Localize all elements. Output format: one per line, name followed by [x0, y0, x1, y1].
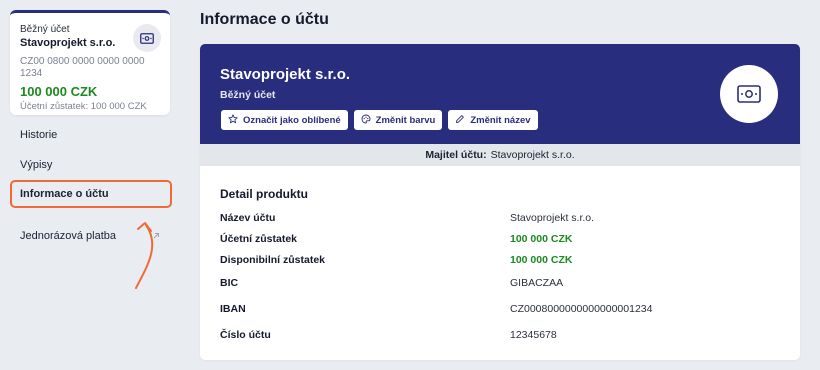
detail-row: Název účtu Stavoprojekt s.r.o. — [200, 212, 800, 228]
detail-value: 100 000 CZK — [510, 254, 573, 266]
detail-row: Číslo účtu 12345678 — [200, 329, 800, 345]
detail-key: BIC — [220, 277, 239, 289]
detail-key: Disponibilní zůstatek — [220, 254, 326, 266]
palette-icon — [361, 114, 371, 127]
change-color-label: Změnit barvu — [375, 114, 436, 126]
sidebar-item-historie[interactable]: Historie — [10, 121, 172, 149]
owner-label: Majitel účtu: — [425, 149, 487, 161]
detail-value: 100 000 CZK — [510, 233, 573, 245]
owner-value: Stavoprojekt s.r.o. — [490, 149, 575, 161]
mark-favorite-label: Označit jako oblíbené — [243, 114, 341, 126]
mark-favorite-button[interactable]: Označit jako oblíbené — [221, 110, 348, 130]
detail-row: IBAN CZ0008000000000000001234 — [200, 303, 800, 319]
callout-arrow — [135, 222, 154, 289]
hero-account-name: Stavoprojekt s.r.o. — [220, 66, 351, 83]
hero-actions: Označit jako oblíbené Změnit barvu Změni… — [221, 110, 538, 130]
accounting-balance: Účetní zůstatek: 100 000 CZK — [20, 101, 147, 112]
change-color-button[interactable]: Změnit barvu — [353, 110, 443, 130]
detail-key: Účetní zůstatek — [220, 233, 298, 245]
detail-row: BIC GIBACZAA — [200, 277, 800, 293]
detail-row: Účetní zůstatek 100 000 CZK — [200, 233, 800, 249]
banknote-icon — [720, 65, 778, 123]
hero-account-type: Běžný účet — [220, 89, 276, 101]
banknote-icon — [133, 24, 161, 52]
account-info-panel: Stavoprojekt s.r.o. Běžný účet Označit j… — [200, 44, 800, 360]
account-hero: Stavoprojekt s.r.o. Běžný účet Označit j… — [200, 44, 800, 144]
account-owner: Majitel účtu: Stavoprojekt s.r.o. — [200, 144, 800, 166]
sidebar-item-label: Informace o účtu — [20, 188, 109, 200]
detail-value: 12345678 — [510, 329, 557, 341]
sidebar-item-informace-o-uctu[interactable]: Informace o účtu — [10, 180, 172, 208]
detail-value: Stavoprojekt s.r.o. — [510, 212, 595, 224]
sidebar: Běžný účet Stavoprojekt s.r.o. CZ00 0800… — [0, 0, 180, 370]
account-card[interactable]: Běžný účet Stavoprojekt s.r.o. CZ00 0800… — [10, 10, 170, 115]
product-detail-title: Detail produktu — [220, 187, 309, 201]
account-balance: 100 000 CZK — [20, 84, 98, 99]
rename-label: Změnit název — [470, 114, 531, 126]
rename-button[interactable]: Změnit název — [448, 110, 538, 130]
pencil-icon — [455, 114, 465, 127]
account-number: CZ00 0800 0000 0000 0000 1234 — [20, 56, 145, 79]
sidebar-item-vypisy[interactable]: Výpisy — [10, 151, 172, 179]
page-title: Informace o účtu — [200, 11, 329, 28]
detail-key: IBAN — [220, 303, 246, 315]
star-icon — [228, 113, 238, 127]
sidebar-item-label: Jednorázová platba — [20, 230, 117, 242]
detail-key: Název účtu — [220, 212, 276, 224]
detail-row: Disponibilní zůstatek 100 000 CZK — [200, 254, 800, 270]
sidebar-item-label: Výpisy — [20, 159, 53, 171]
sidebar-item-label: Historie — [20, 129, 58, 141]
detail-value: GIBACZAA — [510, 277, 564, 289]
detail-key: Číslo účtu — [220, 329, 271, 341]
detail-value: CZ0008000000000000001234 — [510, 303, 653, 315]
